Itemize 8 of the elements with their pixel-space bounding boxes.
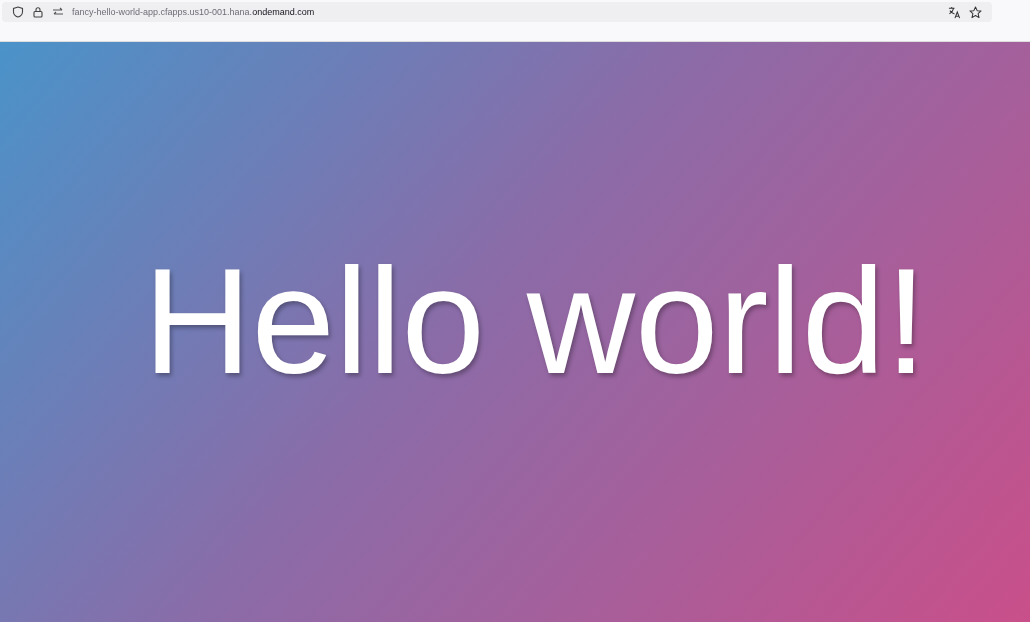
url-text[interactable]: fancy-hello-world-app.cfapps.us10-001.hana.ondemand.com — [72, 7, 315, 17]
address-bar[interactable]: fancy-hello-world-app.cfapps.us10-001.hana.ondemand.com — [2, 2, 992, 22]
hello-heading: Hello world! — [143, 243, 927, 401]
star-icon[interactable] — [969, 5, 982, 19]
translate-icon[interactable] — [948, 5, 961, 19]
lock-icon[interactable] — [32, 6, 44, 18]
swap-icon[interactable] — [52, 6, 64, 18]
shield-icon[interactable] — [12, 6, 24, 18]
